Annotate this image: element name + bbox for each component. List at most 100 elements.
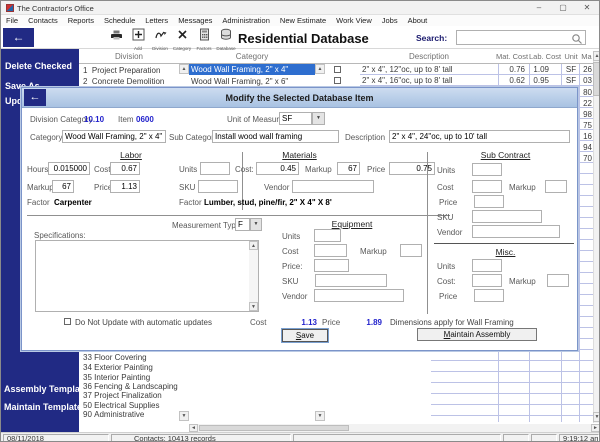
sidebar-item-maintain-templates[interactable]: Maintain Templates bbox=[4, 402, 87, 412]
textarea-scroll-up-icon[interactable]: ▲ bbox=[249, 241, 258, 250]
column-header-division[interactable]: Division bbox=[79, 52, 179, 62]
column-header-markup[interactable]: Ma bbox=[580, 52, 593, 62]
maximize-button[interactable]: ▢ bbox=[551, 2, 575, 14]
misc-cost-input[interactable] bbox=[472, 274, 502, 287]
equipment-vendor-input[interactable] bbox=[314, 289, 404, 302]
equipment-units-input[interactable] bbox=[314, 229, 341, 242]
menu-item-contacts[interactable]: Contacts bbox=[28, 16, 58, 25]
row-checkbox[interactable] bbox=[334, 77, 341, 84]
materials-cost-input[interactable]: 0.45 bbox=[256, 162, 299, 175]
division-row[interactable]: 33 Floor Covering bbox=[83, 353, 178, 363]
unit-of-measure-dropdown-icon[interactable]: ▼ bbox=[312, 112, 325, 125]
do-not-update-checkbox[interactable] bbox=[64, 318, 71, 325]
materials-sku-input[interactable] bbox=[198, 180, 238, 193]
sidebar-item-delete-checked[interactable]: Delete Checked bbox=[5, 61, 72, 71]
factors-toolbar-button[interactable]: Factors bbox=[195, 28, 213, 51]
scroll-right-icon[interactable]: ► bbox=[591, 424, 599, 432]
textarea-scroll-down-icon[interactable]: ▼ bbox=[249, 302, 258, 311]
menu-item-schedule[interactable]: Schedule bbox=[104, 16, 135, 25]
save-button[interactable]: Save bbox=[282, 329, 328, 342]
column-header-unit[interactable]: Unit bbox=[561, 52, 581, 62]
textarea-scrollbar[interactable] bbox=[249, 250, 258, 302]
horizontal-scrollbar-thumb[interactable] bbox=[199, 425, 349, 431]
maintain-assembly-button[interactable]: Maintain Assembly bbox=[417, 328, 537, 341]
vertical-scrollbar[interactable] bbox=[593, 51, 599, 423]
labor-markup-input[interactable]: 67 bbox=[52, 180, 74, 193]
category-scroll-up-icon[interactable]: ▲ bbox=[315, 64, 325, 74]
division-row[interactable]: 37 Project Finalization bbox=[83, 391, 181, 401]
sub-category-input[interactable]: Install wood wall framing bbox=[212, 130, 339, 143]
column-header-lab-cost[interactable]: Lab. Cost bbox=[529, 52, 561, 62]
equipment-price-label: Price: bbox=[282, 262, 303, 271]
sub-contract-units-input[interactable] bbox=[472, 163, 502, 176]
status-cell bbox=[503, 434, 529, 441]
scroll-up-icon[interactable]: ▲ bbox=[593, 51, 599, 61]
description-input[interactable]: 2" x 4", 24"oc, up to 10' tall bbox=[389, 130, 570, 143]
division-toolbar-button[interactable]: Division bbox=[151, 28, 169, 51]
equipment-markup-input[interactable] bbox=[400, 244, 422, 257]
print-toolbar-button[interactable] bbox=[107, 28, 125, 51]
menu-item-messages[interactable]: Messages bbox=[178, 16, 212, 25]
add-toolbar-button[interactable]: Add bbox=[129, 28, 147, 51]
category-row-selected[interactable]: Wood Wall Framing, 2" x 4" bbox=[189, 64, 315, 75]
sub-contract-section-title: Sub Contract bbox=[480, 150, 531, 160]
item-label: Item bbox=[118, 115, 134, 124]
category-scroll-down-icon[interactable]: ▼ bbox=[315, 411, 325, 421]
vertical-scrollbar-thumb[interactable] bbox=[593, 62, 599, 96]
sub-contract-vendor-input[interactable] bbox=[472, 225, 560, 238]
back-button[interactable]: ← bbox=[3, 28, 34, 47]
column-header-mat-cost[interactable]: Mat. Cost bbox=[495, 52, 529, 62]
scroll-left-icon[interactable]: ◄ bbox=[189, 424, 198, 432]
minimize-button[interactable]: – bbox=[527, 2, 551, 14]
menu-item-letters[interactable]: Letters bbox=[145, 16, 168, 25]
menu-item-reports[interactable]: Reports bbox=[68, 16, 94, 25]
equipment-price-input[interactable] bbox=[314, 259, 349, 272]
misc-markup-input[interactable] bbox=[547, 274, 569, 287]
division-scroll-down-icon[interactable]: ▼ bbox=[179, 411, 189, 421]
division-row[interactable]: 90 Administrative bbox=[83, 410, 181, 420]
unit-of-measure-select[interactable]: SF bbox=[279, 112, 312, 125]
category-toolbar-button[interactable]: Category bbox=[173, 28, 191, 51]
labor-price-input[interactable]: 1.13 bbox=[110, 180, 140, 193]
materials-price-input[interactable]: 0.75 bbox=[389, 162, 435, 175]
close-button[interactable]: ✕ bbox=[575, 2, 599, 14]
misc-units-input[interactable] bbox=[472, 259, 502, 272]
search-input[interactable] bbox=[456, 30, 586, 45]
labor-hours-input[interactable]: 0.015000 bbox=[48, 162, 90, 175]
category-row[interactable]: Wood Wall Framing, 2" x 6" bbox=[191, 77, 315, 87]
database-toolbar-button[interactable]: Database bbox=[216, 28, 236, 51]
division-scroll-up-icon[interactable]: ▲ bbox=[179, 64, 189, 74]
misc-price-input[interactable] bbox=[474, 289, 504, 302]
menu-item-new-estimate[interactable]: New Estimate bbox=[280, 16, 326, 25]
equipment-sku-input[interactable] bbox=[315, 274, 387, 287]
measurement-type-dropdown-icon[interactable]: ▼ bbox=[250, 218, 262, 231]
materials-vendor-input[interactable] bbox=[292, 180, 374, 193]
sidebar-item-assembly-templates[interactable]: Assembly Templates bbox=[4, 384, 93, 394]
misc-cost-label: Cost: bbox=[437, 277, 456, 286]
measurement-type-select[interactable]: F bbox=[235, 218, 250, 231]
division-row[interactable]: 2 Concrete Demolition bbox=[83, 77, 178, 87]
materials-markup-input[interactable]: 67 bbox=[337, 162, 360, 175]
sub-contract-cost-input[interactable] bbox=[472, 180, 502, 193]
scroll-down-icon[interactable]: ▼ bbox=[593, 412, 599, 422]
sub-contract-sku-input[interactable] bbox=[472, 210, 542, 223]
specifications-textarea[interactable]: ▲ ▼ bbox=[35, 240, 259, 312]
row-checkbox[interactable] bbox=[334, 66, 341, 73]
menu-item-work-view[interactable]: Work View bbox=[336, 16, 372, 25]
menu-bar: File Contacts Reports Schedule Letters M… bbox=[1, 15, 599, 26]
category-input[interactable]: Wood Wall Framing, 2" x 4" bbox=[62, 130, 166, 143]
menu-item-file[interactable]: File bbox=[6, 16, 18, 25]
equipment-cost-input[interactable] bbox=[314, 244, 347, 257]
menu-item-jobs[interactable]: Jobs bbox=[382, 16, 398, 25]
sub-contract-price-input[interactable] bbox=[474, 195, 504, 208]
column-header-description[interactable]: Description bbox=[360, 52, 498, 62]
sub-contract-markup-input[interactable] bbox=[545, 180, 567, 193]
division-row[interactable]: 34 Exterior Painting bbox=[83, 363, 178, 373]
dialog-back-button[interactable]: ← bbox=[24, 89, 46, 106]
division-row[interactable]: 1 Project Preparation bbox=[83, 66, 178, 76]
menu-item-administration[interactable]: Administration bbox=[222, 16, 270, 25]
materials-units-input[interactable] bbox=[200, 162, 230, 175]
menu-item-about[interactable]: About bbox=[408, 16, 428, 25]
labor-cost-input[interactable]: 0.67 bbox=[110, 162, 140, 175]
column-header-category[interactable]: Category bbox=[189, 52, 315, 62]
